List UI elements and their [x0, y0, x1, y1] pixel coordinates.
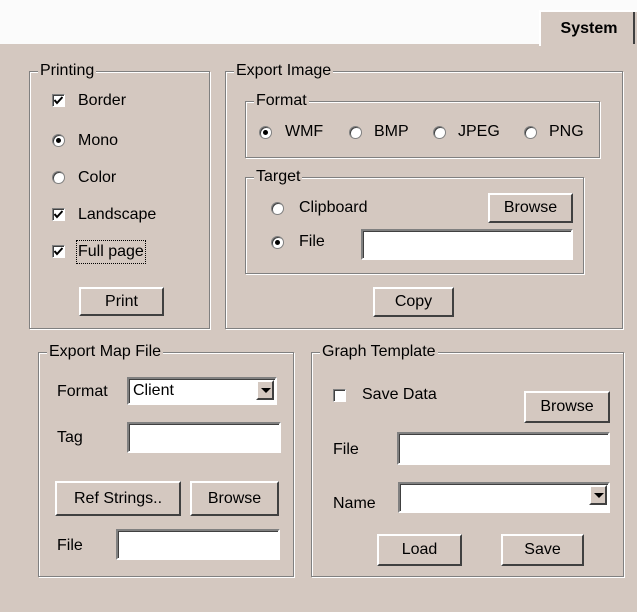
wmf-label[interactable]: WMF — [285, 122, 323, 142]
graph-browse-button-label: Browse — [540, 398, 594, 415]
copy-button-label: Copy — [394, 293, 433, 310]
target-browse-button[interactable]: Browse — [488, 193, 573, 223]
map-browse-button[interactable]: Browse — [190, 481, 279, 516]
color-radio[interactable] — [52, 171, 65, 184]
landscape-label[interactable]: Landscape — [78, 205, 156, 225]
full-page-checkbox[interactable] — [52, 245, 65, 258]
mono-radio[interactable] — [52, 134, 65, 147]
tab-shadow — [633, 12, 635, 44]
export-image-legend: Export Image — [234, 61, 334, 81]
load-button-label: Load — [401, 541, 438, 558]
landscape-checkbox[interactable] — [52, 208, 65, 221]
chevron-down-icon[interactable] — [589, 485, 607, 505]
print-button[interactable]: Print — [79, 287, 164, 316]
format-legend: Format — [254, 91, 309, 111]
graph-template-legend: Graph Template — [320, 342, 438, 362]
ref-strings-button[interactable]: Ref Strings.. — [55, 481, 181, 516]
map-browse-button-label: Browse — [207, 489, 262, 507]
tab-system[interactable]: System — [539, 10, 637, 46]
color-label[interactable]: Color — [78, 168, 116, 188]
print-button-label: Print — [105, 292, 138, 310]
bmp-label[interactable]: BMP — [374, 122, 409, 142]
tag-label: Tag — [57, 429, 83, 446]
jpeg-radio[interactable] — [433, 126, 446, 139]
graph-file-label: File — [333, 441, 359, 458]
border-label[interactable]: Border — [78, 91, 126, 111]
save-button[interactable]: Save — [501, 534, 584, 566]
target-file-input[interactable] — [361, 229, 573, 260]
clipboard-label[interactable]: Clipboard — [299, 198, 367, 218]
file-radio[interactable] — [271, 236, 284, 249]
load-button[interactable]: Load — [377, 534, 462, 566]
graph-file-input[interactable] — [397, 432, 610, 465]
jpeg-label[interactable]: JPEG — [458, 122, 500, 142]
printing-legend: Printing — [38, 61, 97, 81]
save-data-label[interactable]: Save Data — [362, 385, 437, 405]
graph-browse-button[interactable]: Browse — [524, 391, 610, 423]
name-label: Name — [333, 495, 376, 512]
border-checkbox[interactable] — [52, 94, 65, 107]
name-select[interactable] — [398, 482, 610, 513]
tag-input[interactable] — [127, 422, 281, 453]
target-legend: Target — [254, 167, 303, 187]
full-page-label[interactable]: Full page — [76, 240, 146, 264]
chevron-down-icon[interactable] — [256, 380, 274, 400]
map-format-label: Format — [57, 383, 108, 400]
save-button-label: Save — [524, 541, 561, 558]
ref-strings-button-label: Ref Strings.. — [73, 489, 163, 507]
map-file-label: File — [57, 537, 83, 554]
save-data-checkbox[interactable] — [333, 389, 346, 402]
tab-system-label: System — [560, 20, 618, 37]
wmf-radio[interactable] — [259, 126, 272, 139]
bmp-radio[interactable] — [349, 126, 362, 139]
target-browse-button-label: Browse — [503, 199, 558, 216]
copy-button[interactable]: Copy — [373, 287, 454, 317]
clipboard-radio[interactable] — [271, 202, 284, 215]
png-radio[interactable] — [524, 126, 537, 139]
map-format-select[interactable]: Client — [127, 377, 277, 405]
mono-label[interactable]: Mono — [78, 131, 118, 151]
map-format-value: Client — [133, 382, 174, 399]
png-label[interactable]: PNG — [549, 122, 584, 142]
export-map-file-legend: Export Map File — [47, 342, 164, 362]
map-file-input[interactable] — [116, 529, 280, 560]
file-radio-label[interactable]: File — [299, 232, 325, 252]
